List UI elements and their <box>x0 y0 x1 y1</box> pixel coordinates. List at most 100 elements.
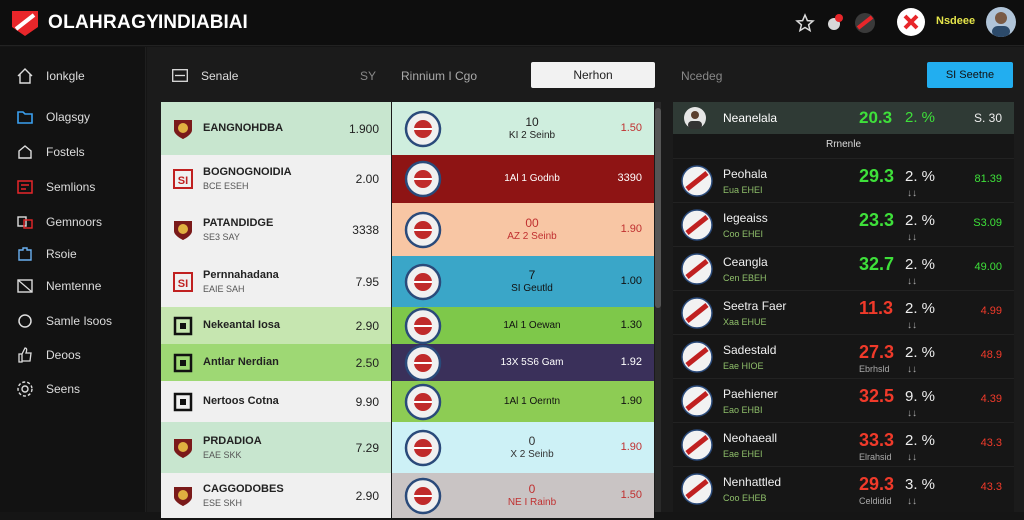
trend-arrow-icon: ↓↓ <box>907 188 917 199</box>
standings-row[interactable]: Sadestald Eae HIOE 27.3 Ebrhsld 2. % ↓↓ 48.9 <box>673 334 1014 378</box>
team-row[interactable]: EANGNOHDBA 1.900 <box>161 102 391 155</box>
odds-row[interactable]: 00 AZ 2 Seinb 1.90 <box>392 203 654 256</box>
main-content: Senale SY Rinnium I Cgo Nerhon Ncedeg SI… <box>147 47 1024 518</box>
standings-row[interactable]: Iegeaiss Coo EHEI 23.3 2. % ↓↓ S3.09 <box>673 202 1014 246</box>
standings-row[interactable]: Paehiener Eao EHBI 32.5 9. % ↓↓ 4.39 <box>673 378 1014 422</box>
team-name: Nertoos Cotna <box>203 394 279 407</box>
standings-header[interactable]: Neanelala 20.3 2. % S. 30 <box>673 102 1014 134</box>
team-crest-icon <box>681 385 713 417</box>
sidebar-item-1[interactable]: Ionkgle <box>16 64 85 88</box>
standings-row[interactable]: Seetra Faer Xaa EHUE 11.3 2. % ↓↓ 4.99 <box>673 290 1014 334</box>
team-score: 32.5 <box>859 386 895 406</box>
club-crest-icon <box>402 383 444 421</box>
header-avatar-icon <box>683 106 707 135</box>
header-name: Neanelala <box>723 111 778 125</box>
odds-row[interactable]: 1Al 1 Godnb 3390 <box>392 155 654 203</box>
sidebar-item-6[interactable]: Rsoie <box>16 242 77 266</box>
notification-icon[interactable] <box>822 10 848 36</box>
sidebar-item-label: Samle Isoos <box>46 314 113 328</box>
club-crest-icon <box>402 429 444 467</box>
gear-icon <box>16 380 34 398</box>
team-row[interactable]: CAGGODOBES ESE SKH 2.90 <box>161 473 391 518</box>
sidebar-item-3[interactable]: Fostels <box>16 140 85 164</box>
team-row[interactable]: SI Pernnahadana EAIE SAH 7.95 <box>161 256 391 307</box>
crest-icon <box>171 117 195 141</box>
odds-label: 13X 5S6 Gam <box>500 356 564 368</box>
sidebar-item-label: Fostels <box>46 145 85 159</box>
sidebar-item-label: Ionkgle <box>46 69 85 83</box>
sidebar-item-5[interactable]: Gemnoors <box>16 210 102 234</box>
team-value: 2.90 <box>355 318 379 333</box>
team-score-sub: Ebrhsld <box>859 364 890 374</box>
standings-row[interactable]: Ceangla Cen EBEH 32.7 2. % ↓↓ 49.00 <box>673 246 1014 290</box>
crest-icon <box>171 218 195 242</box>
team-value: 9.90 <box>355 394 379 409</box>
club-crest-icon <box>402 263 444 301</box>
team-crest-icon <box>681 297 713 329</box>
house-icon <box>16 143 34 161</box>
star-icon[interactable] <box>792 10 818 36</box>
team-crest-icon <box>681 165 713 197</box>
header-value: 20.3 <box>859 108 893 127</box>
odds-row[interactable]: 0X 2 Seinb 1.90 <box>392 422 654 473</box>
team-crest-icon <box>681 253 713 285</box>
odds-row[interactable]: 0 NE I Rainb 1.50 <box>392 473 654 518</box>
sidebar-item-4[interactable]: Semlions <box>16 175 95 199</box>
team-name: Paehiener <box>723 387 778 401</box>
odds-row[interactable]: 1Al 1 Oewan 1.30 <box>392 307 654 344</box>
cta-button[interactable]: SI Seetne <box>927 62 1013 88</box>
team-score: 32.7 <box>859 254 895 274</box>
filter-a[interactable]: SY <box>360 69 376 83</box>
sidebar-item-label: Nemtenne <box>46 279 102 293</box>
team-value: 3338 <box>352 222 379 237</box>
team-crest-icon <box>681 341 713 373</box>
standings-row[interactable]: Nenhattled Coo EHEB 29.3 Celdidid 3. % ↓↓ 43.3 <box>673 466 1014 510</box>
team-row[interactable]: SI BOGNOGNOIDIA BCE ESEH 2.00 <box>161 155 391 203</box>
team-score: 27.3 <box>859 342 895 362</box>
sidebar-item-2[interactable]: Olagsgy <box>16 105 90 129</box>
team-right-value: 48.9 <box>980 349 1002 361</box>
menu-label[interactable]: Senale <box>201 69 238 83</box>
odds-value: 1.50 <box>620 121 642 134</box>
scrollbar[interactable] <box>655 102 661 512</box>
sidebar-item-8[interactable]: Samle Isoos <box>16 309 112 333</box>
filter-b[interactable]: Rinnium I Cgo <box>401 69 477 83</box>
odds-row[interactable]: 7 SI Geutld 1.00 <box>392 256 654 307</box>
sport-badge-icon[interactable] <box>896 7 926 37</box>
menu-icon[interactable] <box>172 69 188 87</box>
team-score: 29.3 <box>859 474 895 494</box>
sidebar-item-label: Olagsgy <box>46 110 91 124</box>
scroll-thumb[interactable] <box>655 108 661 308</box>
sidebar-item-9[interactable]: Deoos <box>16 343 81 367</box>
team-row[interactable]: Antlar Nerdian 2.50 <box>161 344 391 381</box>
odds-row[interactable]: 10 KI 2 Seinb 1.50 <box>392 102 654 155</box>
team-row[interactable]: PATANDIDGE SE3 SAY 3338 <box>161 203 391 256</box>
odds-row[interactable]: 1Al 1 Oerntn 1.90 <box>392 381 654 422</box>
standings-row[interactable]: Neohaeall Eae EHEI 33.3 Elrahsid 2. % ↓↓ 43.3 <box>673 422 1014 466</box>
team-pct: 2. % <box>905 300 936 317</box>
team-sub: BCE ESEH <box>203 181 249 191</box>
sidebar-item-7[interactable]: Nemtenne <box>16 274 101 298</box>
avatar[interactable] <box>986 7 1016 37</box>
standings-row[interactable]: Peohala Eua EHEI 29.3 2. % ↓↓ 81.39 <box>673 158 1014 202</box>
filter-c[interactable]: Ncedeg <box>681 69 722 83</box>
sidebar-item-10[interactable]: Seens <box>16 377 80 401</box>
team-right-value: S3.09 <box>973 217 1002 229</box>
team-row[interactable]: Nertoos Cotna 9.90 <box>161 381 391 422</box>
flag-badge-icon[interactable] <box>852 10 878 36</box>
user-name[interactable]: Nsdeee <box>936 15 975 27</box>
team-right-value: 49.00 <box>974 261 1002 273</box>
team-right-value: 43.3 <box>980 437 1002 449</box>
active-filter-button[interactable]: Nerhon <box>531 62 655 88</box>
club-crest-icon <box>402 344 444 382</box>
team-pct: 2. % <box>905 212 936 229</box>
trend-arrow-icon: ↓↓ <box>907 452 917 463</box>
team-score-sub: Celdidid <box>859 496 892 506</box>
team-row[interactable]: PRDADIOA EAE SKK 7.29 <box>161 422 391 473</box>
odds-row[interactable]: 13X 5S6 Gam 1.92 <box>392 344 654 381</box>
brand-name: OLAHRAGY <box>48 12 160 33</box>
team-row[interactable]: Nekeantal Iosa 2.90 <box>161 307 391 344</box>
standings-panel: Neanelala 20.3 2. % S. 30 Rrnenle Peohal… <box>673 102 1014 512</box>
team-score: 33.3 <box>859 430 895 450</box>
team-sub: Eao EHBI <box>723 405 763 415</box>
